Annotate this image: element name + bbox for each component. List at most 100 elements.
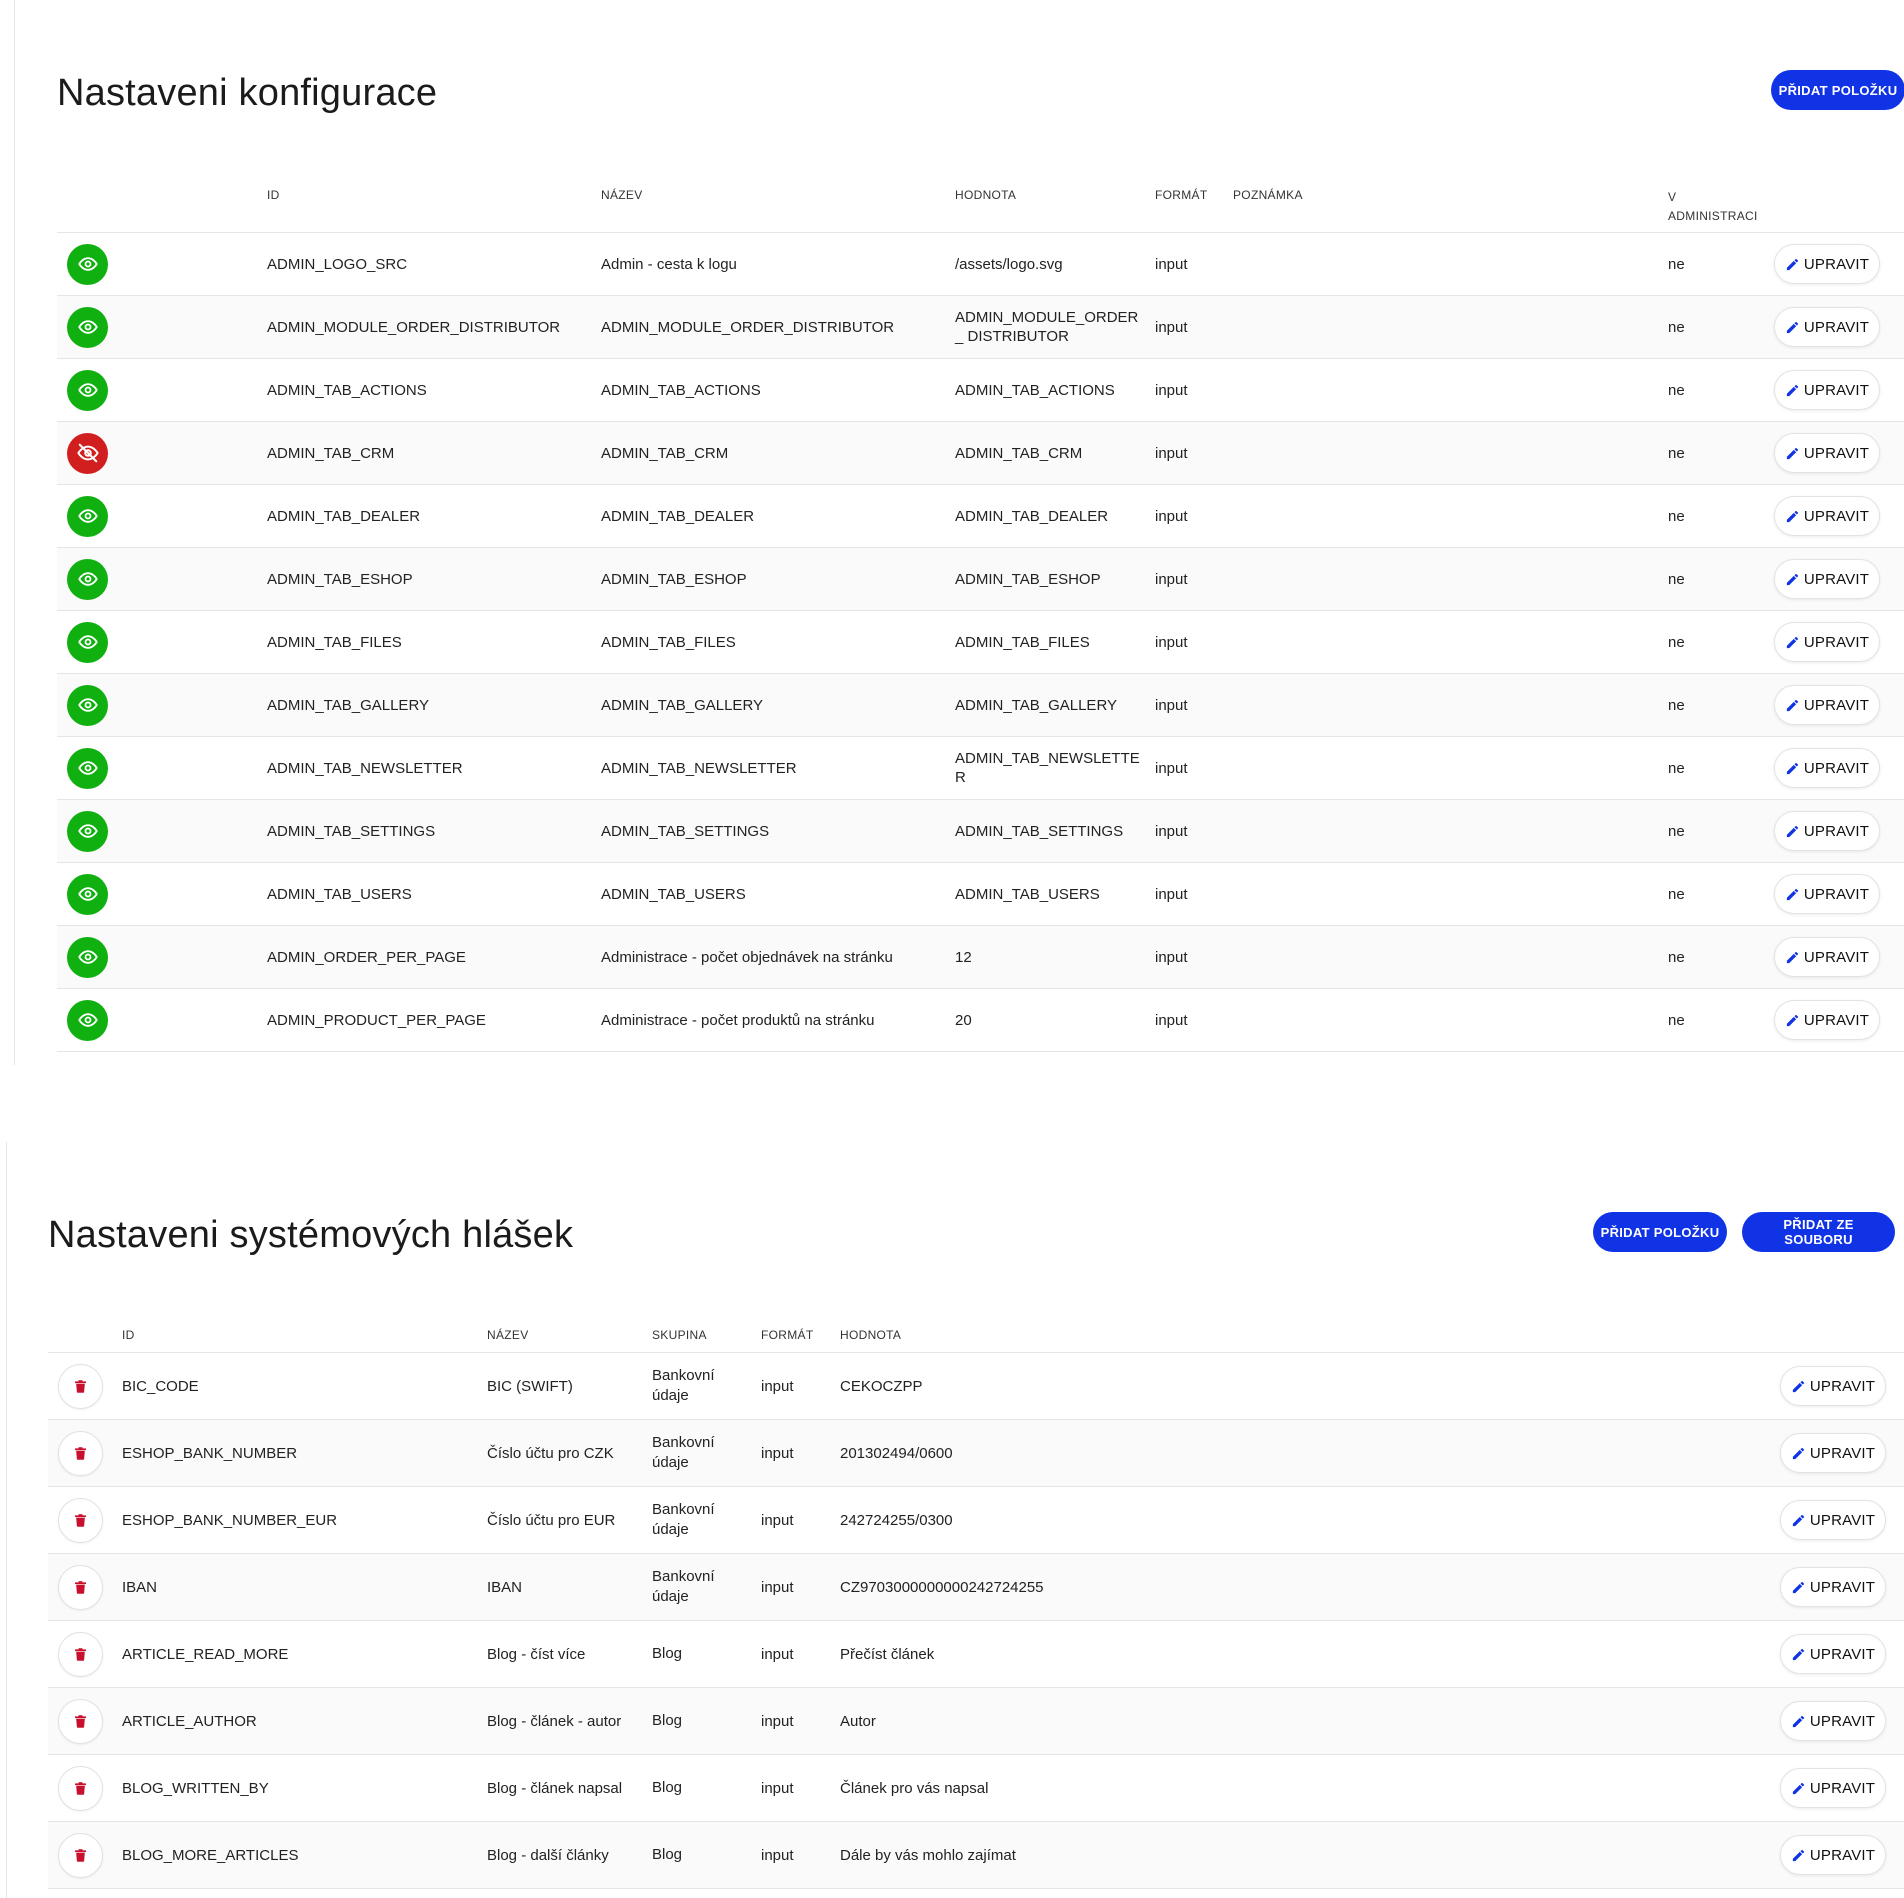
table-row: ADMIN_TAB_FILES ADMIN_TAB_FILES ADMIN_TAB_… bbox=[57, 610, 1904, 674]
visibility-cell bbox=[57, 232, 261, 296]
eye-icon[interactable] bbox=[67, 558, 108, 600]
col-format: FORMÁT bbox=[1155, 188, 1208, 202]
cell-format: input bbox=[1149, 673, 1227, 737]
add-item-button[interactable]: PŘIDAT POLOŽKU bbox=[1593, 1212, 1727, 1252]
edit-label: UPRAVIT bbox=[1809, 1444, 1876, 1462]
cell-value: ADMIN_TAB_DEALER bbox=[949, 484, 1149, 548]
eye-icon[interactable] bbox=[67, 306, 108, 348]
cell-id: ADMIN_TAB_ACTIONS bbox=[261, 358, 595, 422]
pencil-icon bbox=[1791, 1714, 1806, 1729]
cell-name: Číslo účtu pro CZK bbox=[481, 1419, 646, 1487]
edit-button[interactable]: UPRAVIT bbox=[1780, 1567, 1886, 1607]
edit-button[interactable]: UPRAVIT bbox=[1780, 1701, 1886, 1741]
cell-format: input bbox=[1149, 925, 1227, 989]
cell-name: Admin - cesta k logu bbox=[595, 232, 949, 296]
pencil-icon bbox=[1785, 698, 1800, 713]
edit-button[interactable]: UPRAVIT bbox=[1780, 1835, 1886, 1875]
edit-button[interactable]: UPRAVIT bbox=[1780, 1768, 1886, 1808]
eye-icon[interactable] bbox=[67, 495, 108, 537]
cell-format: input bbox=[1149, 736, 1227, 800]
edit-button[interactable]: UPRAVIT bbox=[1774, 685, 1880, 725]
edit-button[interactable]: UPRAVIT bbox=[1774, 496, 1880, 536]
cell-note bbox=[1227, 988, 1662, 1052]
cell-format: input bbox=[1149, 484, 1227, 548]
pencil-icon bbox=[1785, 572, 1800, 587]
cell-value: ADMIN_TAB_USERS bbox=[949, 862, 1149, 926]
table-row: BIC_CODE BIC (SWIFT) Bankovní údaje input CE… bbox=[48, 1352, 1904, 1420]
edit-button[interactable]: UPRAVIT bbox=[1774, 244, 1880, 284]
eye-icon[interactable] bbox=[67, 999, 108, 1041]
cell-id: ADMIN_ORDER_PER_PAGE bbox=[261, 925, 595, 989]
cell-name: ADMIN_TAB_ACTIONS bbox=[595, 358, 949, 422]
trash-icon[interactable] bbox=[58, 1832, 103, 1878]
table-row: ESHOP_BANK_NUMBER_EUR Číslo účtu pro EUR B… bbox=[48, 1486, 1904, 1554]
eye-icon[interactable] bbox=[67, 747, 108, 789]
cell-format: input bbox=[755, 1486, 834, 1554]
edit-button[interactable]: UPRAVIT bbox=[1774, 433, 1880, 473]
delete-cell bbox=[48, 1620, 116, 1688]
trash-icon[interactable] bbox=[58, 1765, 103, 1811]
edit-button[interactable]: UPRAVIT bbox=[1774, 937, 1880, 977]
eye-icon[interactable] bbox=[67, 684, 108, 726]
cell-group: Blog bbox=[646, 1687, 755, 1755]
cell-name: ADMIN_TAB_GALLERY bbox=[595, 673, 949, 737]
cell-id: ESHOP_BANK_NUMBER_EUR bbox=[116, 1486, 481, 1554]
cell-format: input bbox=[755, 1553, 834, 1621]
edit-button[interactable]: UPRAVIT bbox=[1780, 1634, 1886, 1674]
cell-id: ARTICLE_READ_MORE bbox=[116, 1620, 481, 1688]
cell-value: Dále by vás mohlo zajímat bbox=[834, 1821, 1774, 1889]
cell-name: ADMIN_TAB_DEALER bbox=[595, 484, 949, 548]
add-item-button[interactable]: PŘIDAT POLOŽKU bbox=[1771, 70, 1904, 110]
table-row: ADMIN_MODULE_ORDER_DISTRIBUTOR ADMIN_MODU… bbox=[57, 295, 1904, 359]
cell-admin: ne bbox=[1662, 484, 1768, 548]
actions-cell: UPRAVIT bbox=[1768, 925, 1904, 989]
trash-icon[interactable] bbox=[58, 1430, 103, 1476]
eye-off-icon[interactable] bbox=[67, 432, 108, 474]
delete-cell bbox=[48, 1352, 116, 1420]
trash-icon[interactable] bbox=[58, 1497, 103, 1543]
eye-icon[interactable] bbox=[67, 810, 108, 852]
cell-id: ADMIN_TAB_FILES bbox=[261, 610, 595, 674]
cell-format: input bbox=[755, 1687, 834, 1755]
trash-icon[interactable] bbox=[58, 1631, 103, 1677]
edit-button[interactable]: UPRAVIT bbox=[1774, 1000, 1880, 1040]
table-row: ARTICLE_AUTHOR Blog - článek - autor Blog i… bbox=[48, 1687, 1904, 1755]
cell-value: ADMIN_TAB_CRM bbox=[949, 421, 1149, 485]
edit-button[interactable]: UPRAVIT bbox=[1774, 307, 1880, 347]
edit-button[interactable]: UPRAVIT bbox=[1774, 811, 1880, 851]
edit-button[interactable]: UPRAVIT bbox=[1774, 874, 1880, 914]
actions-cell: UPRAVIT bbox=[1774, 1821, 1904, 1889]
edit-button[interactable]: UPRAVIT bbox=[1780, 1500, 1886, 1540]
cell-id: ADMIN_PRODUCT_PER_PAGE bbox=[261, 988, 595, 1052]
delete-cell bbox=[48, 1687, 116, 1755]
cell-name: Administrace - počet produktů na stránku bbox=[595, 988, 949, 1052]
eye-icon[interactable] bbox=[67, 621, 108, 663]
edit-button[interactable]: UPRAVIT bbox=[1774, 748, 1880, 788]
visibility-cell bbox=[57, 736, 261, 800]
edit-button[interactable]: UPRAVIT bbox=[1774, 370, 1880, 410]
cell-note bbox=[1227, 925, 1662, 989]
cell-value: 242724255/0300 bbox=[834, 1486, 1774, 1554]
edit-label: UPRAVIT bbox=[1809, 1712, 1876, 1730]
actions-cell: UPRAVIT bbox=[1768, 295, 1904, 359]
trash-icon[interactable] bbox=[58, 1363, 103, 1409]
edit-button[interactable]: UPRAVIT bbox=[1780, 1366, 1886, 1406]
edit-button[interactable]: UPRAVIT bbox=[1774, 559, 1880, 599]
edit-button[interactable]: UPRAVIT bbox=[1780, 1433, 1886, 1473]
cell-group: Bankovní údaje bbox=[646, 1486, 755, 1554]
cell-note bbox=[1227, 736, 1662, 800]
add-from-file-button[interactable]: PŘIDAT ZE SOUBORU bbox=[1742, 1212, 1895, 1252]
eye-icon[interactable] bbox=[67, 369, 108, 411]
actions-cell: UPRAVIT bbox=[1774, 1754, 1904, 1822]
eye-icon[interactable] bbox=[67, 936, 108, 978]
pencil-icon bbox=[1791, 1446, 1806, 1461]
edit-button[interactable]: UPRAVIT bbox=[1774, 622, 1880, 662]
actions-cell: UPRAVIT bbox=[1768, 988, 1904, 1052]
messages-table: ID NÁZEV SKUPINA FORMÁT HODNOTA BIC_CODE… bbox=[48, 1328, 1904, 1889]
trash-icon[interactable] bbox=[58, 1564, 103, 1610]
eye-icon[interactable] bbox=[67, 873, 108, 915]
cell-id: ARTICLE_AUTHOR bbox=[116, 1687, 481, 1755]
pencil-icon bbox=[1785, 1013, 1800, 1028]
eye-icon[interactable] bbox=[67, 243, 108, 285]
trash-icon[interactable] bbox=[58, 1698, 103, 1744]
